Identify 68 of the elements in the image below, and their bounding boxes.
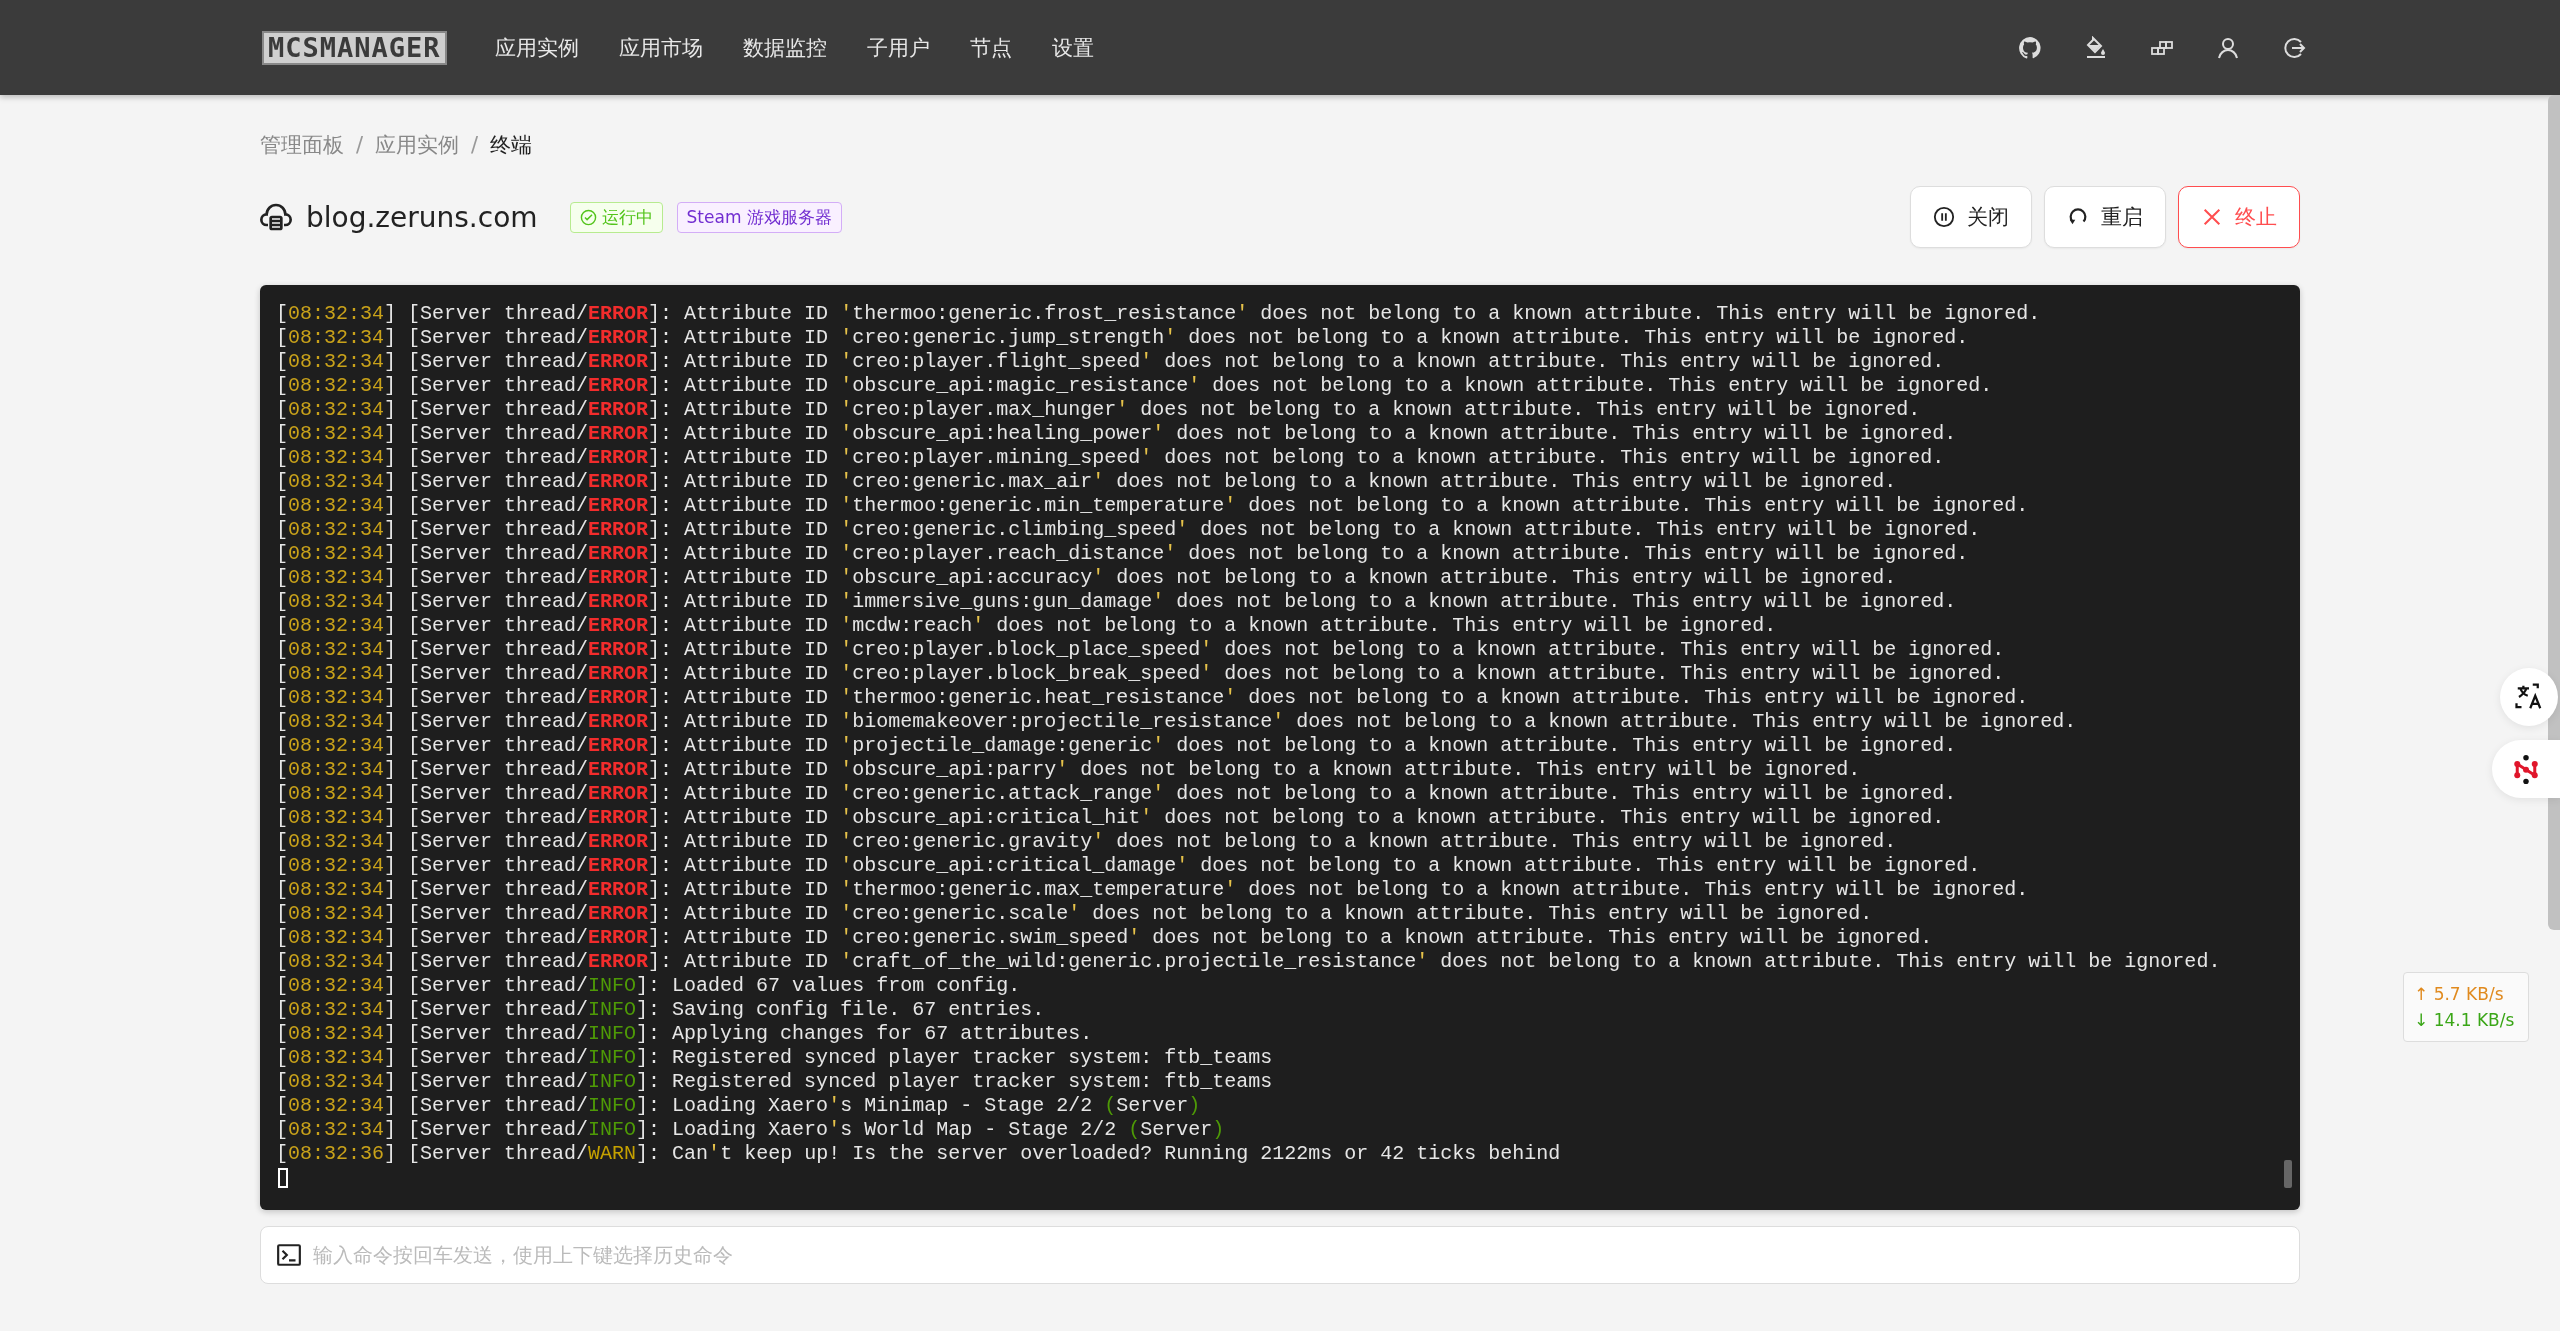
paint-bucket-icon[interactable] xyxy=(2084,35,2108,60)
instance-name: blog.zeruns.com xyxy=(306,200,538,234)
logo[interactable]: MCSMANAGER xyxy=(262,30,447,65)
nav-item[interactable]: 设置 xyxy=(1051,33,1094,62)
log-line: [08:32:34] [Server thread/ERROR]: Attribute ID 'creo:player.reach_distance' does not belong to a known attribute. This entry will be ignored. xyxy=(276,542,1970,566)
log-line: [08:32:34] [Server thread/ERROR]: Attribute ID 'creo:player.block_break_speed' does not belong to a known attribute. This entry will be ignored. xyxy=(276,662,2006,686)
log-line: [08:32:34] [Server thread/ERROR]: Attribute ID 'thermoo:generic.min_temperature' does not belong to a known attribute. This entry will be ignored. xyxy=(276,494,2030,518)
log-line: [08:32:34] [Server thread/ERROR]: Attribute ID 'obscure_api:parry' does not belong to a known attribute. This entry will be ignored. xyxy=(276,758,1862,782)
breadcrumb-separator: / xyxy=(356,133,364,157)
check-circle-icon xyxy=(579,208,597,226)
log-line: [08:32:34] [Server thread/ERROR]: Attribute ID 'biomemakeover:projectile_resistance' does not belong to a known attribute. This entry will be ignored. xyxy=(276,710,2078,734)
nav-item[interactable]: 数据监控 xyxy=(742,33,827,62)
close-icon xyxy=(2201,206,2223,228)
nav-item[interactable]: 节点 xyxy=(969,33,1012,62)
log-line: [08:32:34] [Server thread/ERROR]: Attribute ID 'obscure_api:critical_hit' does not belong to a known attribute. This entry will be ignored. xyxy=(276,806,1946,830)
pause-icon xyxy=(1933,206,1955,228)
log-line: [08:32:34] [Server thread/ERROR]: Attribute ID 'creo:player.flight_speed' does not belong to a known attribute. This entry will be ignored. xyxy=(276,350,1946,374)
log-line: [08:32:34] [Server thread/ERROR]: Attribute ID 'thermoo:generic.max_temperature' does not belong to a known attribute. This entry will be ignored. xyxy=(276,878,2030,902)
translate-icon xyxy=(2514,682,2544,712)
network-nodes-icon xyxy=(2511,754,2541,784)
github-icon[interactable] xyxy=(2018,35,2042,60)
action-button[interactable]: 关闭 xyxy=(1910,186,2032,248)
log-line: [08:32:34] [Server thread/ERROR]: Attribute ID 'immersive_guns:gun_damage' does not belong to a known attribute. This entry will be ignored. xyxy=(276,590,1958,614)
nav-item[interactable]: 子用户 xyxy=(866,33,930,62)
log-line: [08:32:34] [Server thread/ERROR]: Attribute ID 'obscure_api:accuracy' does not belong to a known attribute. This entry will be ignored. xyxy=(276,566,1898,590)
log-line: [08:32:34] [Server thread/ERROR]: Attribute ID 'creo:generic.swim_speed' does not belong to a known attribute. This entry will be ignored. xyxy=(276,926,1934,950)
log-line: [08:32:34] [Server thread/ERROR]: Attribute ID 'thermoo:generic.heat_resistance' does not belong to a known attribute. This entry will be ignored. xyxy=(276,686,2030,710)
log-line: [08:32:34] [Server thread/INFO]: Registered synced player tracker system: ftb_teams xyxy=(276,1070,1274,1094)
cloud-server-icon xyxy=(260,201,292,233)
log-line: [08:32:34] [Server thread/ERROR]: Attribute ID 'creo:generic.jump_strength' does not belong to a known attribute. This entry will be ignored. xyxy=(276,326,1970,350)
log-line: [08:32:34] [Server thread/ERROR]: Attribute ID 'creo:generic.max_air' does not belong to a known attribute. This entry will be ignored. xyxy=(276,470,1898,494)
log-line: [08:32:34] [Server thread/ERROR]: Attribute ID 'creo:generic.scale' does not belong to a known attribute. This entry will be ignored. xyxy=(276,902,1874,926)
breadcrumb-current: 终端 xyxy=(490,132,533,159)
log-line: [08:32:34] [Server thread/INFO]: Registered synced player tracker system: ftb_teams xyxy=(276,1046,1274,1070)
log-line: [08:32:34] [Server thread/ERROR]: Attribute ID 'obscure_api:healing_power' does not belong to a known attribute. This entry will be ignored. xyxy=(276,422,1958,446)
action-button[interactable]: 重启 xyxy=(2044,186,2166,248)
log-line: [08:32:34] [Server thread/ERROR]: Attribute ID 'thermoo:generic.frost_resistance' does not belong to a known attribute. This entry will be ignored. xyxy=(276,302,2042,326)
log-line: [08:32:34] [Server thread/INFO]: Loading Xaero's Minimap - Stage 2/2 (Server) xyxy=(276,1094,1202,1118)
speed-reading: ↑ 5.7 KB/s xyxy=(2414,983,2505,1006)
logout-icon[interactable] xyxy=(2282,35,2306,60)
scrollbar-thumb[interactable] xyxy=(2284,1160,2292,1188)
status-tag: 运行中 xyxy=(569,201,663,233)
log-line: [08:32:34] [Server thread/ERROR]: Attribute ID 'obscure_api:magic_resistance' does not belong to a known attribute. This entry will be ignored. xyxy=(276,374,1994,398)
log-line: [08:32:34] [Server thread/INFO]: Loaded 67 values from config. xyxy=(276,974,1022,998)
nav-item[interactable]: 应用实例 xyxy=(494,33,579,62)
log-line: [08:32:34] [Server thread/ERROR]: Attribute ID 'craft_of_the_wild:generic.projectile_resistance' does not belong to a known attribute. This entry will be ignored. xyxy=(276,950,2222,974)
user-icon[interactable] xyxy=(2216,35,2240,60)
type-tag: Steam 游戏服务器 xyxy=(676,201,842,233)
log-line: [08:32:34] [Server thread/ERROR]: Attribute ID 'creo:player.block_place_speed' does not belong to a known attribute. This entry will be ignored. xyxy=(276,638,2006,662)
log-line: [08:32:34] [Server thread/ERROR]: Attribute ID 'creo:generic.attack_range' does not belong to a known attribute. This entry will be ignored. xyxy=(276,782,1958,806)
nav-item[interactable]: 应用市场 xyxy=(618,33,703,62)
log-line: [08:32:34] [Server thread/INFO]: Saving config file. 67 entries. xyxy=(276,998,1046,1022)
command-input-field[interactable]: 输入命令按回车发送，使用上下键选择历史命令 xyxy=(260,1226,2300,1284)
log-line: [08:32:34] [Server thread/INFO]: Applying changes for 67 attributes. xyxy=(276,1022,1094,1046)
log-line: [08:32:36] [Server thread/WARN]: Can't keep up! Is the server overloaded? Running 2122ms or 42 ticks behind xyxy=(276,1142,1562,1166)
breadcrumb-separator: / xyxy=(471,133,479,157)
log-line: [08:32:34] [Server thread/INFO]: Loading Xaero's World Map - Stage 2/2 (Server) xyxy=(276,1118,1226,1142)
log-line: [08:32:34] [Server thread/ERROR]: Attribute ID 'projectile_damage:generic' does not belong to a known attribute. This entry will be ignored. xyxy=(276,734,1958,758)
speed-reading: ↓ 14.1 KB/s xyxy=(2414,1009,2516,1032)
log-line: [08:32:34] [Server thread/ERROR]: Attribute ID 'obscure_api:critical_damage' does not belong to a known attribute. This entry will be ignored. xyxy=(276,854,1982,878)
scrollbar-thumb[interactable] xyxy=(2548,95,2560,930)
network-button[interactable] xyxy=(2492,740,2560,798)
log-line: [08:32:34] [Server thread/ERROR]: Attribute ID 'creo:player.max_hunger' does not belong to a known attribute. This entry will be ignored. xyxy=(276,398,1922,422)
log-line: [08:32:34] [Server thread/ERROR]: Attribute ID 'mcdw:reach' does not belong to a known attribute. This entry will be ignored. xyxy=(276,614,1778,638)
log-line: [08:32:34] [Server thread/ERROR]: Attribute ID 'creo:player.mining_speed' does not belong to a known attribute. This entry will be ignored. xyxy=(276,446,1946,470)
log-line: [08:32:34] [Server thread/ERROR]: Attribute ID 'creo:generic.gravity' does not belong to a known attribute. This entry will be ignored. xyxy=(276,830,1898,854)
text-cursor xyxy=(278,1168,288,1188)
log-line: [08:32:34] [Server thread/ERROR]: Attribute ID 'creo:generic.climbing_speed' does not belong to a known attribute. This entry will be ignored. xyxy=(276,518,1982,542)
